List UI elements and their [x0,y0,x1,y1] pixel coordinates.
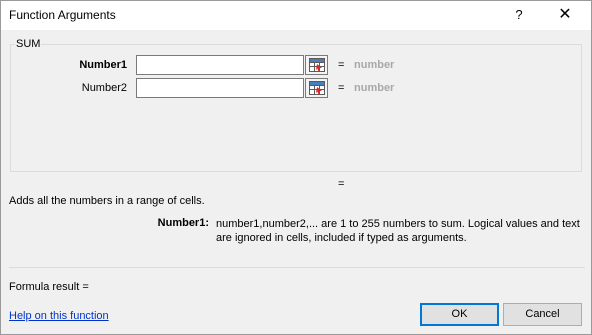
number1-range-selector-button[interactable] [305,55,328,75]
help-on-function-link[interactable]: Help on this function [9,310,109,322]
collapse-dialog-icon [309,81,325,95]
arg-label-number1: Number1 [79,59,127,71]
number1-input[interactable] [136,55,304,75]
function-name: SUM [15,38,42,50]
function-result-equals: = [338,178,345,190]
ok-button[interactable]: OK [420,303,499,326]
number2-range-selector-button[interactable] [305,78,328,98]
function-description: Adds all the numbers in a range of cells… [9,195,205,207]
window-title: Function Arguments [9,8,116,22]
formula-result: Formula result = [9,281,89,293]
number1-equals: = [338,59,345,71]
divider [9,267,585,268]
number2-equals: = [338,82,345,94]
arg-help-name: Number1: [157,217,209,229]
close-button[interactable]: ✕ [545,4,585,26]
arg-help-text: number1,number2,... are 1 to 255 numbers… [216,218,580,244]
number2-result: number [354,82,395,94]
number2-input[interactable] [136,78,304,98]
arg-label-number2: Number2 [81,82,127,94]
function-arguments-dialog: Function Arguments ? ✕ SUM Number1 = num… [0,0,592,335]
collapse-dialog-icon [309,58,325,72]
cancel-button[interactable]: Cancel [503,303,582,326]
title-bar[interactable]: Function Arguments ? ✕ [1,1,591,30]
number1-result: number [354,59,395,71]
help-button[interactable]: ? [501,4,537,26]
